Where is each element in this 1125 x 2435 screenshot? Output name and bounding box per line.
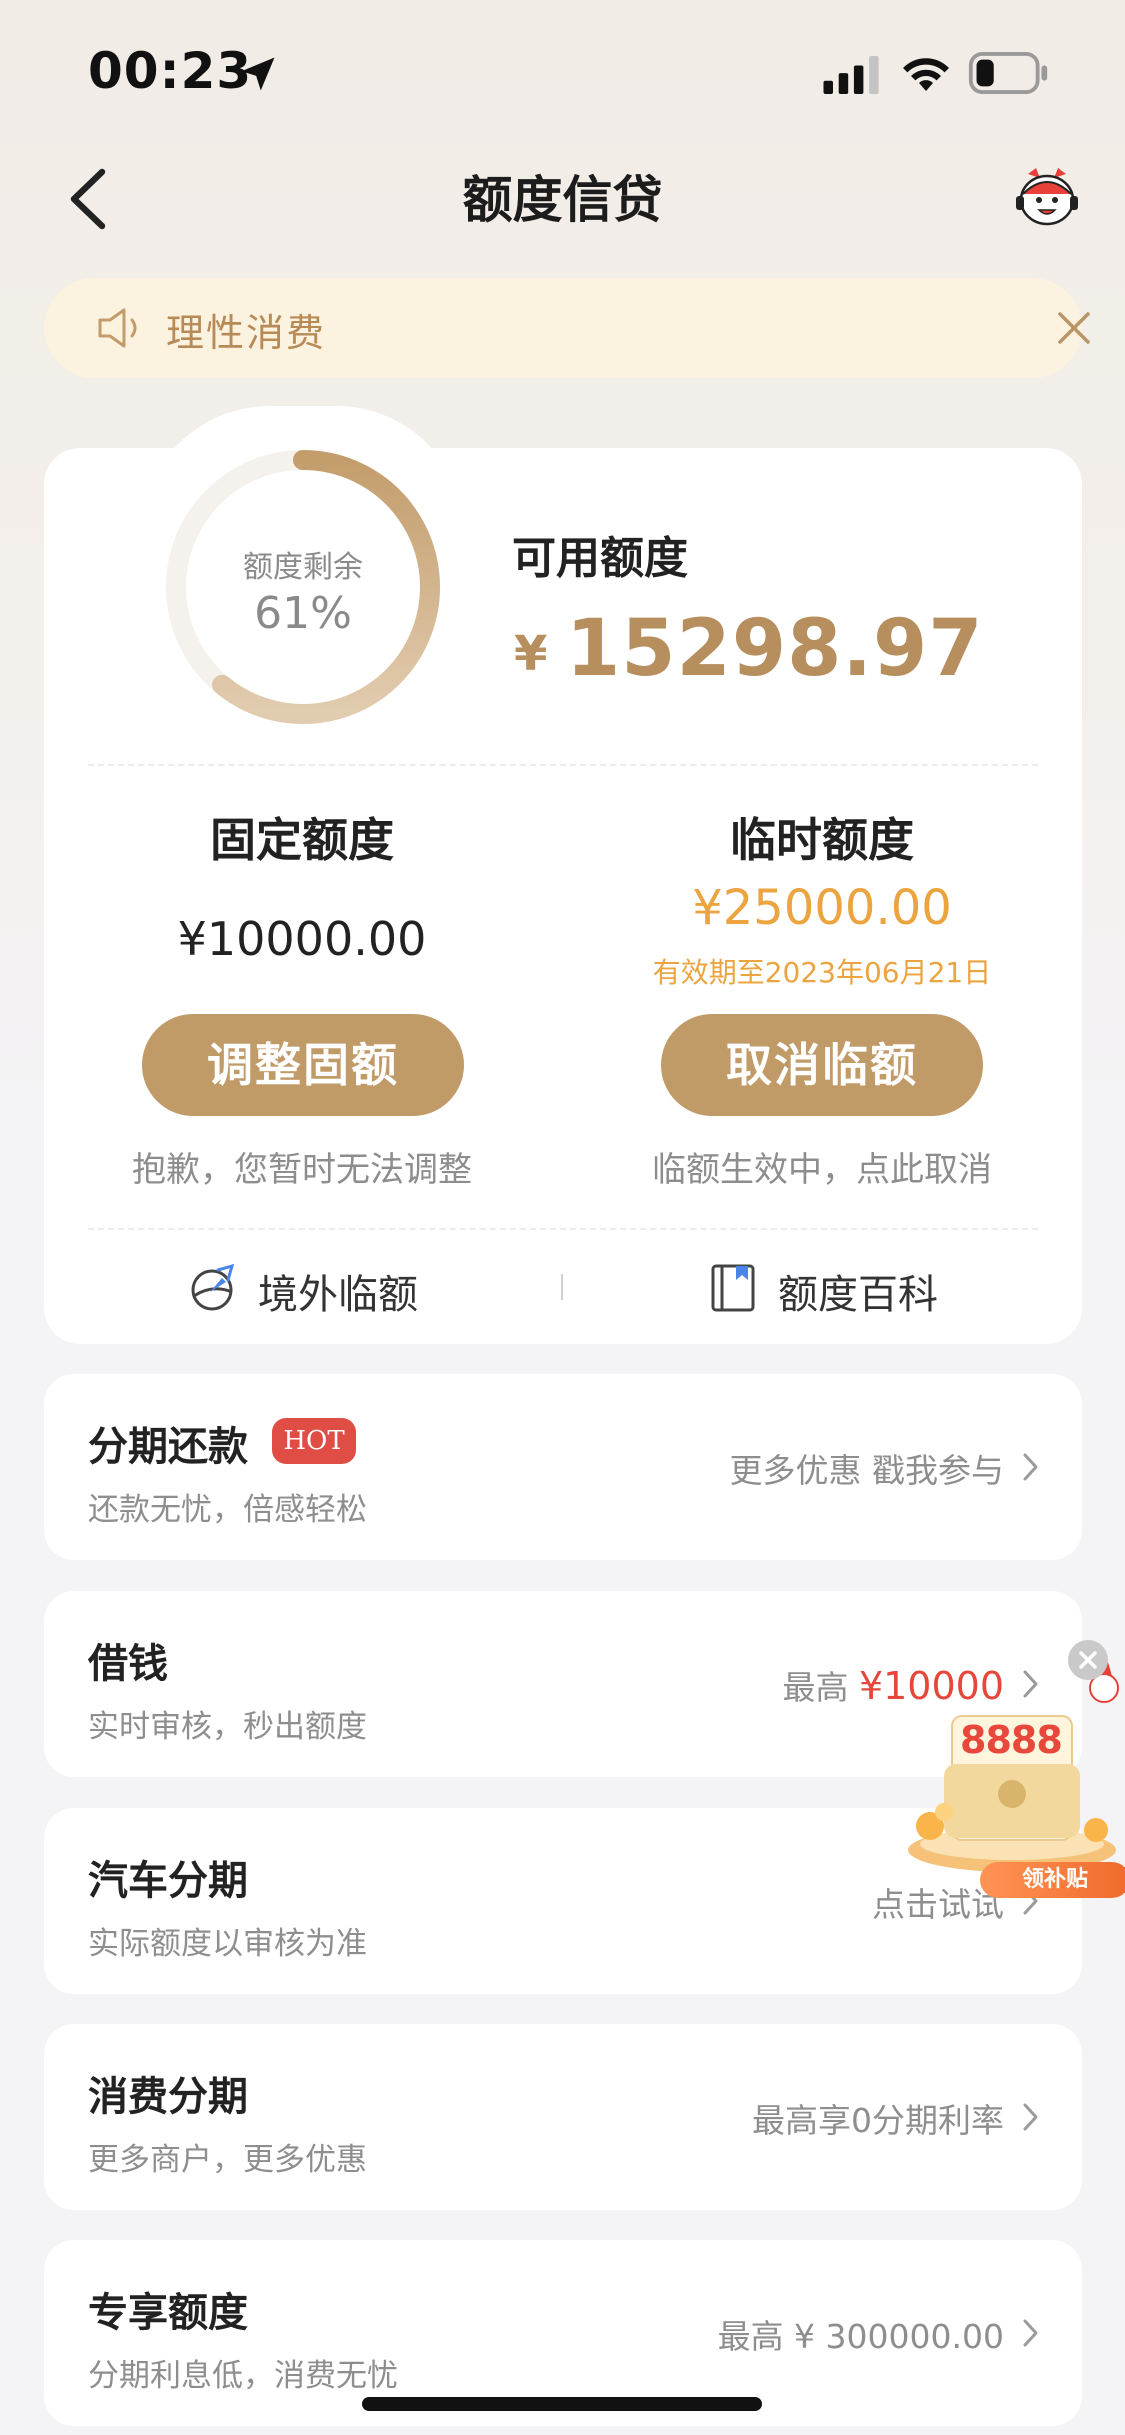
list-item-subtitle: 实时审核，秒出额度	[88, 1709, 367, 1745]
page: 00:23 额度信贷 理性消费 额度剩余 61% 可用额度 ¥ 15298.97…	[0, 0, 1125, 2435]
borrow-prefix: 最高	[782, 1668, 849, 1707]
notice-text: 理性消费	[166, 311, 327, 355]
list-item-title: 分期还款	[88, 1424, 248, 1470]
chevron-right-icon	[1023, 1453, 1038, 1481]
globe-plane-icon	[191, 1263, 235, 1311]
list-item-title: 专享额度	[88, 2290, 248, 2336]
list-item-subtitle: 实际额度以审核为准	[88, 1926, 367, 1962]
limit-wiki-link[interactable]: 额度百科	[708, 1258, 968, 1318]
available-label: 可用额度	[512, 533, 688, 584]
link-separator	[561, 1274, 563, 1300]
overseas-temp-limit-label: 境外临额	[258, 1272, 418, 1318]
adjust-fixed-button[interactable]: 调整固额	[142, 1014, 464, 1116]
overseas-temp-limit-link[interactable]: 境外临额	[188, 1258, 448, 1318]
cancel-temp-note[interactable]: 临额生效中，点此取消	[592, 1142, 1052, 1191]
divider	[88, 764, 1038, 766]
remaining-ring-chart	[166, 450, 440, 724]
list-item-subtitle: 更多商户，更多优惠	[88, 2142, 367, 2178]
battery-icon	[968, 52, 1048, 94]
list-item-subtitle: 还款无忧，倍感轻松	[88, 1492, 367, 1528]
fixed-limit-amount: ¥10000.00	[177, 912, 427, 966]
cancel-temp-button[interactable]: 取消临额	[661, 1014, 983, 1116]
promo-tag[interactable]: 领补贴	[980, 1862, 1125, 1898]
ring-label: 额度剩余	[243, 550, 363, 585]
list-item-installment-repay[interactable]: 分期还款 HOT 还款无忧，倍感轻松 更多优惠 戳我参与	[44, 1374, 1082, 1560]
available-currency: ¥	[514, 626, 548, 682]
page-title: 额度信贷	[462, 171, 663, 229]
list-item-right-text: 最高享0分期利率	[752, 2101, 1004, 2140]
list-item-title: 借钱	[88, 1641, 168, 1687]
promo-close-icon[interactable]	[1068, 1640, 1108, 1680]
temp-limit-title: 临时额度	[730, 813, 914, 867]
adjust-fixed-note: 抱歉，您暂时无法调整	[132, 1150, 472, 1190]
hot-badge: HOT	[272, 1418, 356, 1464]
divider	[88, 1228, 1038, 1230]
promo-amount: 8888	[960, 1718, 1063, 1762]
book-icon	[711, 1264, 755, 1312]
temp-limit-amount: ¥25000.00	[692, 880, 952, 936]
fixed-limit-title: 固定额度	[210, 813, 394, 867]
chevron-right-icon	[1023, 2103, 1038, 2131]
list-item-title: 消费分期	[88, 2074, 248, 2120]
ring-progress-arc	[212, 450, 440, 724]
available-amount: 15298.97	[566, 604, 984, 694]
mascot-service-icon[interactable]	[1012, 164, 1082, 232]
wifi-icon	[903, 58, 949, 91]
status-time: 00:23	[88, 42, 253, 100]
remaining-percent: 61%	[254, 588, 352, 639]
temp-limit-validity: 有效期至2023年06月21日	[652, 956, 992, 989]
list-item-consumer-installment[interactable]: 消费分期 更多商户，更多优惠 最高享0分期利率	[44, 2024, 1082, 2210]
notice-banner: 理性消费	[44, 278, 1090, 378]
status-bar: 00:23	[0, 0, 1125, 140]
home-indicator	[362, 2397, 762, 2411]
location-arrow-icon	[241, 57, 275, 91]
signal-icon	[823, 56, 879, 94]
chevron-right-icon	[1023, 2319, 1038, 2347]
list-item-right-text: 更多优惠 戳我参与	[729, 1451, 1005, 1490]
close-icon[interactable]	[1054, 308, 1094, 348]
speaker-icon	[98, 308, 137, 348]
list-item-subtitle: 分期利息低，消费无忧	[88, 2358, 398, 2394]
list-item-right-text: 最高 ¥ 300000.00	[717, 2317, 1004, 2356]
list-item-title: 汽车分期	[88, 1858, 248, 1904]
limit-wiki-label: 额度百科	[778, 1272, 938, 1318]
